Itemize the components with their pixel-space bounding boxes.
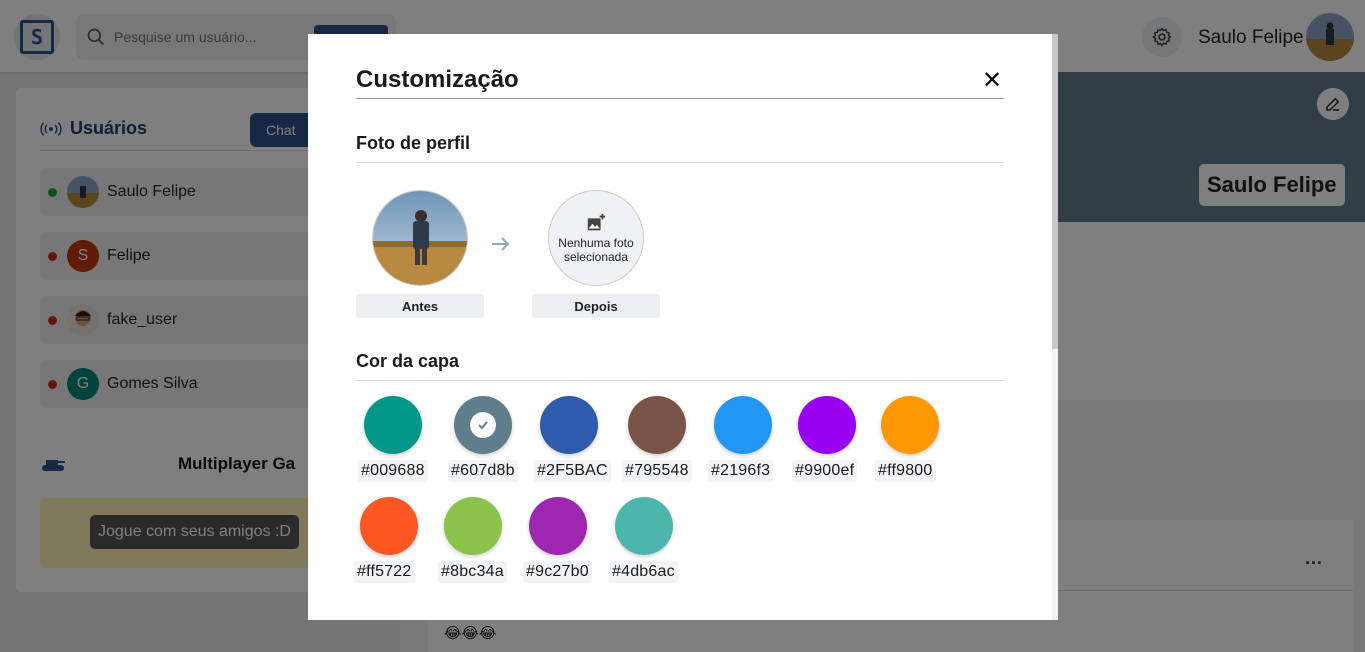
color-hex-label: #4db6ac xyxy=(609,561,678,583)
cover-color-section-title: Cor da capa xyxy=(356,351,460,371)
add-photo-icon xyxy=(587,213,606,231)
color-hex-label: #2196f3 xyxy=(708,460,774,482)
color-swatch[interactable] xyxy=(615,497,673,555)
color-hex-label: #2F5BAC xyxy=(534,460,611,482)
new-profile-photo-picker[interactable]: Nenhuma foto selecionada xyxy=(548,190,644,286)
current-profile-photo xyxy=(372,190,468,286)
color-hex-label: #9c27b0 xyxy=(523,561,592,583)
color-hex-label: #ff9800 xyxy=(875,460,936,482)
modal-title: Customização xyxy=(356,66,519,93)
color-swatch[interactable] xyxy=(628,396,686,454)
arrow-right-icon xyxy=(492,237,510,251)
color-hex-label: #607d8b xyxy=(448,460,518,482)
check-icon xyxy=(470,412,496,438)
customization-modal: Customização ✕ Foto de perfil Nenhuma fo… xyxy=(308,34,1058,620)
color-hex-label: #8bc34a xyxy=(438,561,507,583)
color-hex-label: #795548 xyxy=(622,460,692,482)
color-hex-label: #009688 xyxy=(358,460,428,482)
color-swatch[interactable] xyxy=(529,497,587,555)
app-page: S Saulo Felipe Usuários Chat Saulo Felip… xyxy=(0,0,1365,652)
before-label: Antes xyxy=(356,294,484,318)
modal-scrollbar[interactable] xyxy=(1052,34,1058,620)
color-swatch[interactable] xyxy=(454,396,512,454)
scrollbar-thumb[interactable] xyxy=(1052,34,1058,349)
close-icon[interactable]: ✕ xyxy=(982,66,1002,95)
color-swatch[interactable] xyxy=(798,396,856,454)
color-swatch[interactable] xyxy=(364,396,422,454)
color-hex-label: #ff5722 xyxy=(354,561,415,583)
color-swatch[interactable] xyxy=(881,396,939,454)
section-divider xyxy=(356,162,1004,163)
color-swatch[interactable] xyxy=(444,497,502,555)
after-label: Depois xyxy=(532,294,660,318)
no-photo-text: Nenhuma foto selecionada xyxy=(558,236,634,264)
profile-photo-section-title: Foto de perfil xyxy=(356,133,470,153)
section-divider xyxy=(356,380,1004,381)
title-divider xyxy=(356,98,1004,99)
color-swatch[interactable] xyxy=(540,396,598,454)
color-hex-label: #9900ef xyxy=(792,460,858,482)
color-swatch[interactable] xyxy=(714,396,772,454)
color-swatch[interactable] xyxy=(360,497,418,555)
